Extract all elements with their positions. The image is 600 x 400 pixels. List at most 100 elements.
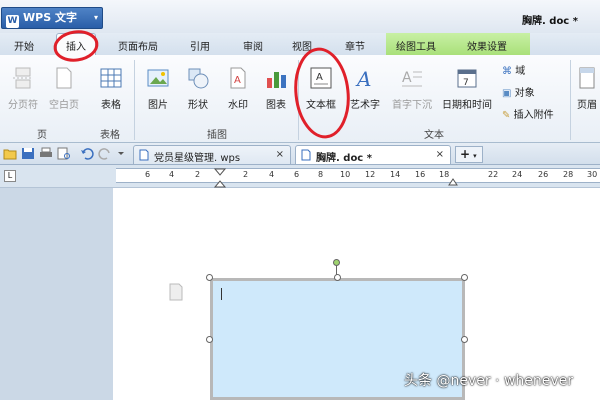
group-label-illustration: 插图 — [207, 130, 227, 141]
wordart-button[interactable]: A 艺术字 — [348, 66, 382, 111]
ruler-tick: 12 — [365, 170, 376, 179]
page-break-icon — [13, 67, 33, 89]
tab-home[interactable]: 开始 — [14, 38, 34, 53]
horizontal-ruler[interactable] — [116, 168, 600, 183]
watermark-icon: A — [230, 67, 246, 89]
svg-text:A: A — [316, 72, 323, 83]
tab-drawing-tools[interactable]: 绘图工具 — [396, 38, 436, 53]
insert-textbox-button[interactable]: A 文本框 — [304, 66, 338, 111]
resize-handle[interactable] — [334, 274, 341, 281]
datetime-button[interactable]: 7 日期和时间 — [442, 66, 492, 111]
insert-attachment-label: 插入附件 — [513, 110, 554, 121]
resize-handle[interactable] — [461, 336, 468, 343]
ruler-tick: 28 — [563, 170, 574, 179]
resize-handle[interactable] — [206, 336, 213, 343]
tab-page-layout[interactable]: 页面布局 — [118, 38, 158, 53]
insert-picture-label: 图片 — [148, 100, 168, 111]
tab-effect-settings[interactable]: 效果设置 — [467, 38, 507, 53]
blank-page-button[interactable]: 空白页 — [46, 66, 82, 111]
wordart-icon: A — [355, 67, 371, 91]
doc-tab-label: 党员星级管理. wps — [154, 153, 241, 164]
insert-shape-button[interactable]: 形状 — [184, 66, 212, 111]
picture-icon — [147, 69, 169, 87]
document-icon — [301, 149, 311, 161]
right-indent-marker-icon[interactable] — [448, 176, 458, 186]
save-icon[interactable] — [21, 147, 35, 160]
field-icon: ⌘ — [502, 66, 512, 77]
close-icon[interactable]: × — [276, 149, 284, 160]
insert-object-button[interactable]: ▣ 对象 — [502, 84, 535, 99]
ruler-tick: 16 — [415, 170, 426, 179]
resize-handle[interactable] — [206, 274, 213, 281]
svg-text:7: 7 — [463, 78, 469, 88]
insert-attachment-button[interactable]: ✎ 插入附件 — [502, 106, 554, 121]
indent-marker-icon[interactable] — [214, 168, 226, 188]
new-tab-button[interactable]: + ▾ — [455, 146, 483, 163]
ruler-tick: 14 — [390, 170, 401, 179]
ruler-tick: 10 — [340, 170, 351, 179]
header-footer-button[interactable]: 页眉 — [575, 66, 599, 111]
insert-field-button[interactable]: ⌘ 域 — [502, 62, 525, 77]
print-preview-icon[interactable] — [57, 147, 71, 160]
ruler-tick: 8 — [318, 170, 324, 179]
ruler-tick: 24 — [512, 170, 523, 179]
ruler-tick: 22 — [488, 170, 499, 179]
dropcap-button[interactable]: A 首字下沉 — [392, 66, 432, 111]
tab-insert[interactable]: 插入 — [56, 33, 96, 55]
tab-section[interactable]: 章节 — [345, 38, 365, 53]
insert-picture-button[interactable]: 图片 — [144, 66, 172, 111]
ruler-tick: 2 — [243, 170, 249, 179]
tab-view[interactable]: 视图 — [292, 38, 312, 53]
table-icon — [100, 68, 122, 88]
redo-icon[interactable] — [98, 147, 112, 160]
watermark-text: 头条 @never · whenever — [404, 373, 574, 389]
calendar-icon: 7 — [457, 69, 477, 88]
insert-object-label: 对象 — [514, 88, 535, 99]
shape-icon — [188, 68, 209, 89]
svg-text:A: A — [234, 75, 241, 86]
print-icon[interactable] — [39, 147, 53, 160]
page-break-button[interactable]: 分页符 — [6, 66, 40, 111]
document-icon — [139, 149, 149, 161]
page-break-label: 分页符 — [8, 100, 38, 111]
tab-stop-selector[interactable]: L — [4, 170, 16, 182]
insert-field-label: 域 — [515, 66, 526, 77]
ruler-tick: 6 — [294, 170, 300, 179]
anchor-icon[interactable] — [168, 283, 184, 301]
svg-text:A: A — [355, 67, 371, 90]
insert-table-label: 表格 — [101, 100, 121, 111]
plus-icon: + — [460, 147, 471, 161]
watermark-label: 水印 — [228, 100, 248, 111]
undo-icon[interactable] — [80, 147, 94, 160]
insert-chart-label: 图表 — [266, 100, 286, 111]
group-label-text: 文本 — [424, 130, 444, 141]
ruler-tick: 2 — [195, 170, 201, 179]
doc-tab-party-member[interactable]: 党员星级管理. wps × — [133, 145, 291, 164]
doc-tab-label: 胸牌. doc * — [316, 153, 372, 164]
datetime-label: 日期和时间 — [442, 100, 492, 111]
resize-handle[interactable] — [461, 274, 468, 281]
group-divider — [134, 60, 135, 140]
blank-page-label: 空白页 — [49, 100, 79, 111]
tab-references[interactable]: 引用 — [190, 38, 210, 53]
watermark-button[interactable]: A 水印 — [224, 66, 252, 111]
open-folder-icon[interactable] — [3, 147, 17, 160]
chevron-down-icon[interactable] — [116, 147, 126, 160]
insert-table-button[interactable]: 表格 — [96, 66, 126, 111]
tab-review[interactable]: 审阅 — [243, 38, 263, 53]
object-icon: ▣ — [502, 88, 512, 99]
close-icon[interactable]: × — [436, 149, 444, 160]
chevron-down-icon[interactable]: ▾ — [473, 152, 477, 160]
group-label-table: 表格 — [100, 130, 120, 141]
rotation-handle[interactable] — [333, 259, 340, 266]
blank-page-icon — [56, 67, 72, 89]
doc-tab-badge[interactable]: 胸牌. doc * × — [295, 145, 451, 164]
insert-chart-button[interactable]: 图表 — [262, 66, 290, 111]
app-menu-button[interactable]: W WPS 文字 ▾ — [1, 7, 103, 29]
window-title: 胸牌. doc * — [522, 16, 578, 27]
wordart-label: 艺术字 — [350, 100, 380, 111]
attachment-icon: ✎ — [502, 110, 511, 121]
ruler-tick: 30 — [587, 170, 598, 179]
textbox-icon: A — [310, 67, 332, 89]
chevron-down-icon[interactable]: ▾ — [94, 8, 98, 28]
